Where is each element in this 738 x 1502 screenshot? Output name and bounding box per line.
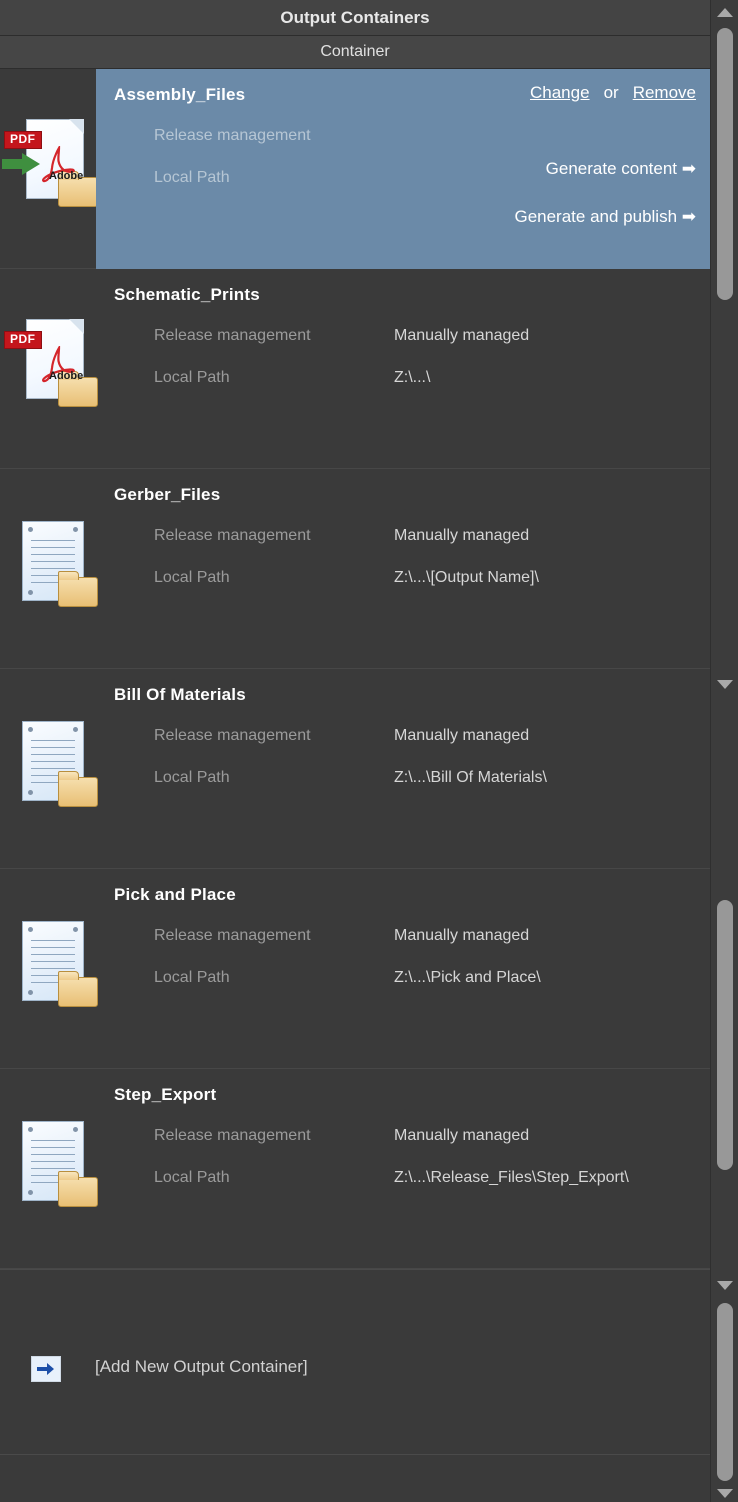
scroll-down-arrow-icon-3[interactable]: [717, 1489, 733, 1498]
field-label-local-path: Local Path: [154, 769, 230, 787]
remove-link[interactable]: Remove: [633, 83, 696, 103]
container-name: Step_Export: [114, 1085, 216, 1105]
pdf-document-icon: Adobe PDF: [14, 317, 98, 411]
scroll-down-arrow-icon[interactable]: [717, 680, 733, 689]
change-link[interactable]: Change: [530, 83, 590, 103]
field-label-release-management: Release management: [154, 127, 311, 145]
pdf-badge-label: PDF: [4, 331, 42, 349]
list-item[interactable]: Bill Of Materials Release management Man…: [0, 669, 710, 869]
folder-icon: [58, 577, 98, 607]
container-name: Pick and Place: [114, 885, 236, 905]
list-item[interactable]: Adobe PDF Schematic_Prints Release manag…: [0, 269, 710, 469]
generic-document-folder-icon: [14, 717, 98, 811]
list-item-body: Step_Export Release management Manually …: [96, 1069, 710, 1269]
field-label-local-path: Local Path: [154, 1169, 230, 1187]
scrollbar-thumb-lower[interactable]: [717, 1303, 733, 1481]
list-item[interactable]: Pick and Place Release management Manual…: [0, 869, 710, 1069]
pdf-brand-label: Adobe: [49, 170, 83, 182]
list-item[interactable]: Step_Export Release management Manually …: [0, 1069, 710, 1269]
field-value-release-management: Manually managed: [394, 527, 529, 545]
column-header-container: Container: [0, 36, 710, 69]
folder-icon: [58, 977, 98, 1007]
pdf-badge-label: PDF: [4, 131, 42, 149]
list-item[interactable]: Adobe PDF Assembly_Files Change or Remov…: [0, 69, 710, 269]
field-label-local-path: Local Path: [154, 369, 230, 387]
list-item[interactable]: Gerber_Files Release management Manually…: [0, 469, 710, 669]
container-name: Bill Of Materials: [114, 685, 246, 705]
field-value-release-management: Manually managed: [394, 927, 529, 945]
blue-right-arrow-icon[interactable]: [31, 1356, 61, 1382]
page-title: Output Containers: [0, 0, 710, 36]
field-value-release-management: Manually managed: [394, 1127, 529, 1145]
container-name: Assembly_Files: [114, 85, 245, 105]
scrollbar-thumb-inner[interactable]: [717, 900, 733, 1170]
field-label-local-path: Local Path: [154, 969, 230, 987]
folder-icon: [58, 777, 98, 807]
scroll-up-arrow-icon[interactable]: [717, 8, 733, 17]
field-value-release-management: Manually managed: [394, 727, 529, 745]
list-item-body: Schematic_Prints Release management Manu…: [96, 269, 710, 469]
field-value-local-path: Z:\...\Pick and Place\: [394, 969, 541, 987]
folder-icon: [58, 1177, 98, 1207]
field-value-local-path: Z:\...\Bill Of Materials\: [394, 769, 547, 787]
field-label-release-management: Release management: [154, 327, 311, 345]
vertical-scrollbar[interactable]: [710, 0, 738, 1502]
pdf-brand-label: Adobe: [49, 370, 83, 382]
selected-row-actions: Change or Remove: [530, 83, 696, 103]
list-item-body: Assembly_Files Change or Remove Release …: [96, 69, 710, 269]
container-name: Gerber_Files: [114, 485, 220, 505]
field-label-release-management: Release management: [154, 1127, 311, 1145]
generate-and-publish-link[interactable]: Generate and publish ➡: [514, 207, 696, 227]
field-label-release-management: Release management: [154, 527, 311, 545]
container-name: Schematic_Prints: [114, 285, 260, 305]
scrollbar-thumb[interactable]: [717, 28, 733, 300]
field-value-release-management: Manually managed: [394, 327, 529, 345]
green-import-arrow-icon: [2, 151, 42, 177]
add-new-output-container-row[interactable]: [Add New Output Container]: [0, 1270, 710, 1455]
generate-content-link[interactable]: Generate content ➡: [546, 159, 696, 179]
field-label-local-path: Local Path: [154, 169, 230, 187]
list-item-body: Bill Of Materials Release management Man…: [96, 669, 710, 869]
generic-document-folder-icon: [14, 917, 98, 1011]
field-value-local-path: Z:\...\[Output Name]\: [394, 569, 539, 587]
field-label-release-management: Release management: [154, 727, 311, 745]
list-item-body: Gerber_Files Release management Manually…: [96, 469, 710, 669]
field-label-local-path: Local Path: [154, 569, 230, 587]
pdf-document-with-import-arrow-icon: Adobe PDF: [14, 117, 98, 211]
actions-separator: or: [604, 83, 619, 103]
output-containers-panel: Output Containers Container Adobe PDF: [0, 0, 738, 1502]
field-label-release-management: Release management: [154, 927, 311, 945]
generic-document-folder-icon: [14, 1117, 98, 1211]
field-value-local-path: Z:\...\: [394, 369, 430, 387]
scroll-down-arrow-icon-2[interactable]: [717, 1281, 733, 1290]
add-new-output-container-label: [Add New Output Container]: [95, 1357, 308, 1377]
output-container-list: Adobe PDF Assembly_Files Change or Remov…: [0, 69, 710, 1269]
generic-document-folder-icon: [14, 517, 98, 611]
field-value-local-path: Z:\...\Release_Files\Step_Export\: [394, 1169, 629, 1187]
list-item-body: Pick and Place Release management Manual…: [96, 869, 710, 1069]
